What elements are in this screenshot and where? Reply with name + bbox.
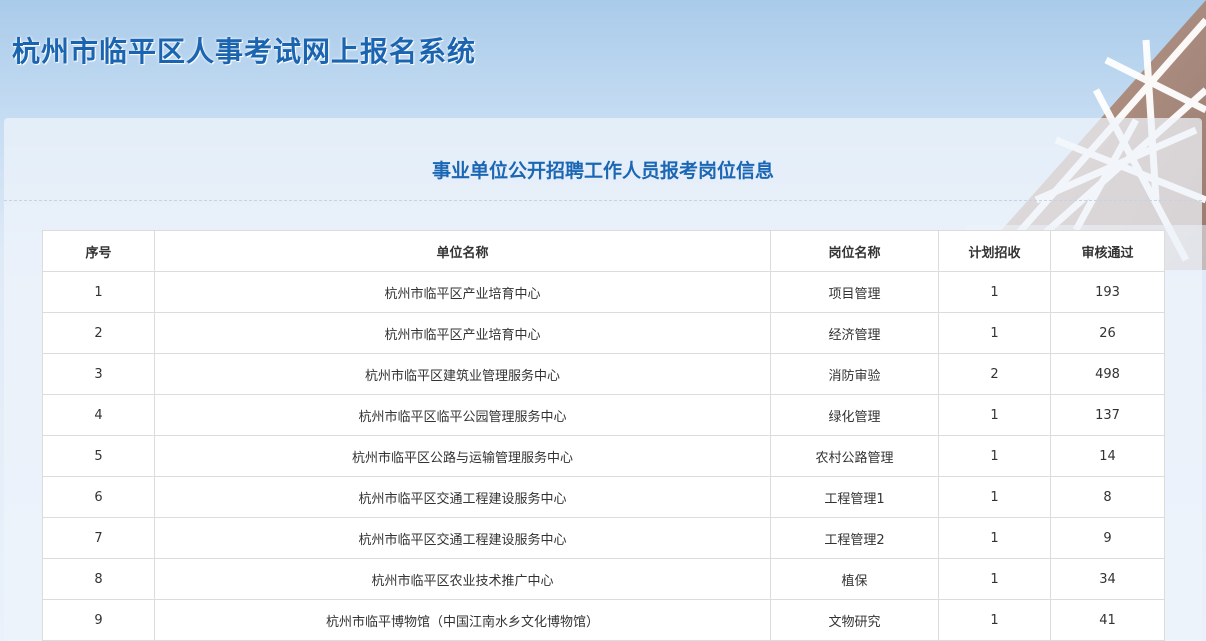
cell-unit: 杭州市临平区产业培育中心	[154, 312, 771, 354]
cell-unit: 杭州市临平区产业培育中心	[154, 271, 771, 313]
positions-table-wrap: 序号 单位名称 岗位名称 计划招收 审核通过 1 杭州市临平区产业培育中心 项目…	[42, 230, 1165, 641]
cell-unit: 杭州市临平区公路与运输管理服务中心	[154, 435, 771, 477]
table-row: 4 杭州市临平区临平公园管理服务中心 绿化管理 1 137	[42, 394, 1165, 436]
cell-approved: 14	[1050, 435, 1165, 477]
table-row: 3 杭州市临平区建筑业管理服务中心 消防审验 2 498	[42, 353, 1165, 395]
cell-planned: 1	[938, 558, 1051, 600]
cell-approved: 26	[1050, 312, 1165, 354]
cell-index: 1	[42, 271, 155, 313]
cell-index: 9	[42, 599, 155, 641]
positions-table: 序号 单位名称 岗位名称 计划招收 审核通过 1 杭州市临平区产业培育中心 项目…	[42, 230, 1165, 641]
table-row: 9 杭州市临平博物馆（中国江南水乡文化博物馆） 文物研究 1 41	[42, 599, 1165, 641]
column-header-index: 序号	[42, 230, 155, 272]
cell-position: 农村公路管理	[770, 435, 939, 477]
cell-index: 8	[42, 558, 155, 600]
cell-index: 7	[42, 517, 155, 559]
cell-planned: 1	[938, 312, 1051, 354]
cell-unit: 杭州市临平区建筑业管理服务中心	[154, 353, 771, 395]
cell-planned: 1	[938, 394, 1051, 436]
cell-approved: 137	[1050, 394, 1165, 436]
cell-planned: 1	[938, 599, 1051, 641]
panel-title-bar: 事业单位公开招聘工作人员报考岗位信息	[4, 118, 1202, 201]
table-header-row: 序号 单位名称 岗位名称 计划招收 审核通过	[42, 230, 1165, 272]
cell-position: 植保	[770, 558, 939, 600]
cell-unit: 杭州市临平博物馆（中国江南水乡文化博物馆）	[154, 599, 771, 641]
cell-position: 消防审验	[770, 353, 939, 395]
cell-planned: 1	[938, 435, 1051, 477]
cell-position: 经济管理	[770, 312, 939, 354]
content-panel: 事业单位公开招聘工作人员报考岗位信息 序号 单位名称 岗位名称 计划招收 审核通…	[4, 118, 1202, 641]
cell-planned: 1	[938, 517, 1051, 559]
cell-unit: 杭州市临平区临平公园管理服务中心	[154, 394, 771, 436]
cell-position: 绿化管理	[770, 394, 939, 436]
cell-approved: 498	[1050, 353, 1165, 395]
site-header: 杭州市临平区人事考试网上报名系统	[0, 0, 1206, 118]
cell-index: 6	[42, 476, 155, 518]
column-header-planned: 计划招收	[938, 230, 1051, 272]
cell-index: 4	[42, 394, 155, 436]
cell-planned: 1	[938, 476, 1051, 518]
table-row: 8 杭州市临平区农业技术推广中心 植保 1 34	[42, 558, 1165, 600]
cell-index: 5	[42, 435, 155, 477]
panel-title: 事业单位公开招聘工作人员报考岗位信息	[431, 160, 774, 182]
cell-unit: 杭州市临平区农业技术推广中心	[154, 558, 771, 600]
cell-approved: 9	[1050, 517, 1165, 559]
table-row: 1 杭州市临平区产业培育中心 项目管理 1 193	[42, 271, 1165, 313]
cell-approved: 41	[1050, 599, 1165, 641]
cell-planned: 1	[938, 271, 1051, 313]
cell-position: 项目管理	[770, 271, 939, 313]
column-header-unit: 单位名称	[154, 230, 771, 272]
cell-planned: 2	[938, 353, 1051, 395]
cell-index: 3	[42, 353, 155, 395]
table-row: 2 杭州市临平区产业培育中心 经济管理 1 26	[42, 312, 1165, 354]
table-row: 7 杭州市临平区交通工程建设服务中心 工程管理2 1 9	[42, 517, 1165, 559]
cell-unit: 杭州市临平区交通工程建设服务中心	[154, 476, 771, 518]
site-title: 杭州市临平区人事考试网上报名系统	[12, 35, 477, 68]
cell-position: 工程管理2	[770, 517, 939, 559]
column-header-approved: 审核通过	[1050, 230, 1165, 272]
table-row: 5 杭州市临平区公路与运输管理服务中心 农村公路管理 1 14	[42, 435, 1165, 477]
cell-approved: 34	[1050, 558, 1165, 600]
cell-approved: 8	[1050, 476, 1165, 518]
cell-approved: 193	[1050, 271, 1165, 313]
cell-unit: 杭州市临平区交通工程建设服务中心	[154, 517, 771, 559]
column-header-position: 岗位名称	[770, 230, 939, 272]
cell-position: 工程管理1	[770, 476, 939, 518]
cell-index: 2	[42, 312, 155, 354]
table-row: 6 杭州市临平区交通工程建设服务中心 工程管理1 1 8	[42, 476, 1165, 518]
cell-position: 文物研究	[770, 599, 939, 641]
